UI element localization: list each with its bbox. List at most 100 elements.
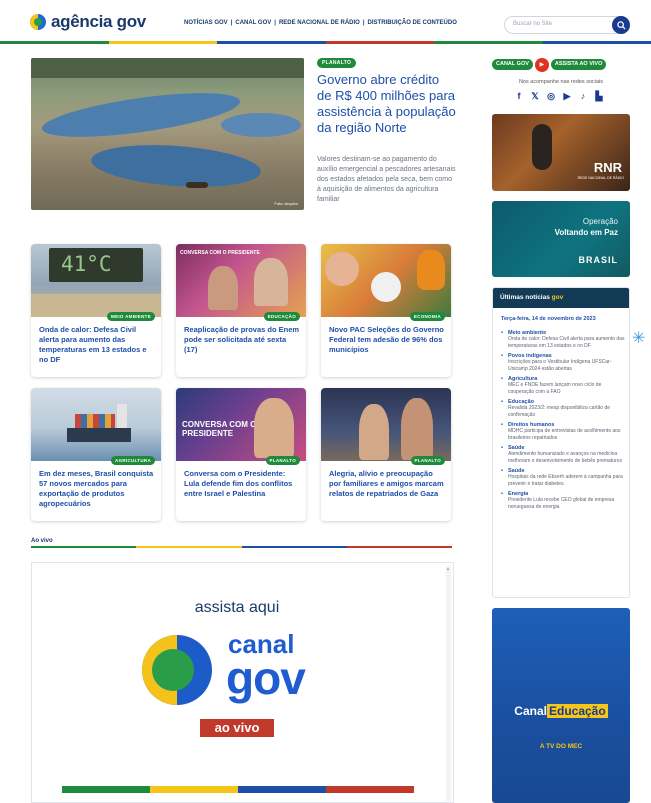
nav-item-canal-gov[interactable]: CANAL GOV: [235, 20, 271, 26]
news-text[interactable]: Hospitais da rede Ebserh aderem à campan…: [501, 474, 625, 488]
canal-educacao-logo: Canal Educação: [514, 704, 608, 718]
list-item[interactable]: AgriculturaMEC e FNDE fazem lançam novo …: [501, 376, 625, 396]
list-item[interactable]: Direitos humanosMDHC participa de entrev…: [501, 422, 625, 442]
card-title[interactable]: Reaplicação de provas do Enem pode ser s…: [184, 325, 300, 355]
thermometer-reading: 41°C: [61, 252, 112, 276]
list-item[interactable]: Povos indígenasInscrições para o Vestibu…: [501, 353, 625, 373]
latest-news-title: Últimas notícias gov: [500, 294, 564, 301]
news-text[interactable]: MDHC participa de entrevistas de acolhim…: [501, 428, 625, 442]
photo-credit: Foto: Arquivo: [274, 201, 298, 206]
news-card[interactable]: CONVERSA COM O PRESIDENTE PLANALTO Conve…: [176, 388, 306, 521]
feature-summary: Valores destinam-se ao pagamento do auxí…: [317, 156, 456, 203]
tiktok-icon[interactable]: ♪: [578, 91, 588, 101]
card-title[interactable]: Onda de calor: Defesa Civil alerta para …: [39, 325, 155, 365]
news-category[interactable]: Agricultura: [501, 376, 625, 382]
list-item[interactable]: EducaçãoRevalida 2023/2: mesp disponibil…: [501, 399, 625, 419]
search-placeholder: Buscar no Site: [513, 21, 553, 27]
canal-gov-logo-icon: [142, 635, 212, 705]
search-icon: [616, 20, 626, 30]
card-title[interactable]: Em dez meses, Brasil conquista 57 novos …: [39, 469, 155, 509]
latest-news-list: Meio ambienteOnda de calor: Defesa Civil…: [501, 330, 625, 514]
feature-badge[interactable]: PLANALTO: [317, 58, 357, 68]
card-title[interactable]: Alegria, alívio e preocupação por famili…: [329, 469, 445, 499]
nav-item-noticias-gov[interactable]: NOTÍCIAS GOV: [184, 20, 228, 26]
assista-ao-vivo-label[interactable]: ASSISTA AO VIVO: [550, 59, 607, 70]
card-image[interactable]: [31, 388, 161, 461]
list-item[interactable]: Meio ambienteOnda de calor: Defesa Civil…: [501, 330, 625, 350]
news-category[interactable]: Meio ambiente: [501, 330, 625, 336]
rnr-banner[interactable]: RNR REDE NACIONAL DE RÁDIO: [492, 114, 630, 191]
list-item[interactable]: SaúdeAtendimento humanizado e avanços na…: [501, 445, 625, 465]
card-title[interactable]: Conversa com o Presidente: Lula defende …: [184, 469, 300, 499]
news-text[interactable]: Inscrições para o Vestibular Indígena UF…: [501, 359, 625, 373]
list-item[interactable]: SaúdeHospitais da rede Ebserh aderem à c…: [501, 468, 625, 488]
card-badge[interactable]: PLANALTO: [265, 456, 300, 465]
youtube-icon[interactable]: ▶: [562, 91, 572, 101]
news-card[interactable]: PLANALTO Alegria, alívio e preocupação p…: [321, 388, 451, 521]
nav-item-rede-nacional-radio[interactable]: REDE NACIONAL DE RÁDIO: [279, 20, 360, 26]
news-category[interactable]: Energia: [501, 491, 625, 497]
nav-separator: |: [230, 20, 233, 26]
card-badge[interactable]: EDUCAÇÃO: [263, 312, 300, 321]
card-image[interactable]: CONVERSA COM O PRESIDENTE: [176, 388, 306, 461]
brand-name: agência gov: [51, 12, 146, 31]
ao-vivo-button[interactable]: ao vivo: [200, 719, 274, 737]
news-text[interactable]: MEC e FNDE fazem lançam novo ciclo de co…: [501, 382, 625, 396]
twitter-icon[interactable]: 𝕏: [530, 91, 540, 101]
news-text[interactable]: Presidente Lula recebe CEO global de emp…: [501, 497, 625, 511]
news-category[interactable]: Educação: [501, 399, 625, 405]
image-caption: CONVERSA COM O PRESIDENTE: [180, 250, 260, 256]
card-image[interactable]: CONVERSA COM O PRESIDENTE: [176, 244, 306, 317]
gov-logo-icon: [30, 14, 46, 30]
play-icon[interactable]: ▶: [534, 57, 549, 72]
nav-item-distribuicao-conteudo[interactable]: DISTRIBUIÇÃO DE CONTEÚDO: [368, 20, 457, 26]
search-button[interactable]: [612, 16, 630, 34]
kwai-icon[interactable]: ▙: [594, 91, 604, 101]
player-scrollbar[interactable]: [446, 566, 451, 801]
microphone-icon: [532, 124, 552, 170]
news-text[interactable]: Revalida 2023/2: mesp disponibiliza cart…: [501, 405, 625, 419]
facebook-icon[interactable]: f: [514, 91, 524, 101]
section-divider: [31, 546, 452, 548]
news-category[interactable]: Saúde: [501, 468, 625, 474]
news-card[interactable]: 41°C MEIO AMBIENTE Onda de calor: Defesa…: [31, 244, 161, 377]
list-item[interactable]: EnergiaPresidente Lula recebe CEO global…: [501, 491, 625, 511]
news-category[interactable]: Saúde: [501, 445, 625, 451]
live-player[interactable]: assista aqui canal gov ao vivo: [31, 562, 454, 803]
news-text[interactable]: Atendimento humanizado e avanços na medi…: [501, 451, 625, 465]
brasil-logo: BRASIL: [578, 255, 618, 265]
canal-educacao-banner[interactable]: Canal Educação A TV DO MEC: [492, 608, 630, 803]
search-input[interactable]: Buscar no Site: [504, 16, 630, 34]
assista-aqui-text: assista aqui: [194, 599, 280, 616]
operacao-banner[interactable]: Operação Voltando em Paz BRASIL: [492, 201, 630, 277]
card-image[interactable]: [321, 244, 451, 317]
card-image[interactable]: [321, 388, 451, 461]
news-text[interactable]: Onda de calor: Defesa Civil alerta para …: [501, 336, 625, 350]
section-title-ao-vivo: Ao vivo: [31, 538, 53, 544]
news-card[interactable]: CONVERSA COM O PRESIDENTE EDUCAÇÃO Reapl…: [176, 244, 306, 377]
card-badge[interactable]: AGRICULTURA: [111, 456, 155, 465]
canal-gov-label[interactable]: CANAL GOV: [492, 59, 533, 70]
latest-news-header: Últimas notícias gov: [493, 288, 629, 308]
card-badge[interactable]: PLANALTO: [410, 456, 445, 465]
news-card[interactable]: AGRICULTURA Em dez meses, Brasil conquis…: [31, 388, 161, 521]
feature-image[interactable]: Foto: Arquivo: [31, 58, 304, 210]
card-title[interactable]: Novo PAC Seleções do Governo Federal tem…: [329, 325, 445, 355]
card-badge[interactable]: MEIO AMBIENTE: [107, 312, 155, 321]
card-badge[interactable]: ECONOMIA: [409, 312, 445, 321]
canal-gov-live-bar[interactable]: CANAL GOV ▶ ASSISTA AO VIVO: [492, 57, 630, 72]
instagram-icon[interactable]: ◎: [546, 91, 556, 101]
header-color-stripe: [0, 41, 651, 44]
news-category[interactable]: Povos indígenas: [501, 353, 625, 359]
card-image[interactable]: 41°C: [31, 244, 161, 317]
social-follow-text: Nos acompanhe nas redes sociais: [518, 79, 604, 85]
news-category[interactable]: Direitos humanos: [501, 422, 625, 428]
tv-do-mec-label: A TV DO MEC: [539, 743, 583, 750]
news-card[interactable]: ECONOMIA Novo PAC Seleções do Governo Fe…: [321, 244, 451, 377]
site-logo[interactable]: agência gov: [30, 12, 146, 32]
player-color-stripe: [62, 786, 414, 793]
nav-separator: |: [274, 20, 276, 26]
rnr-subtitle: REDE NACIONAL DE RÁDIO: [577, 176, 624, 180]
feature-headline[interactable]: Governo abre crédito de R$ 400 milhões p…: [317, 72, 457, 136]
gov-text: gov: [226, 652, 306, 704]
